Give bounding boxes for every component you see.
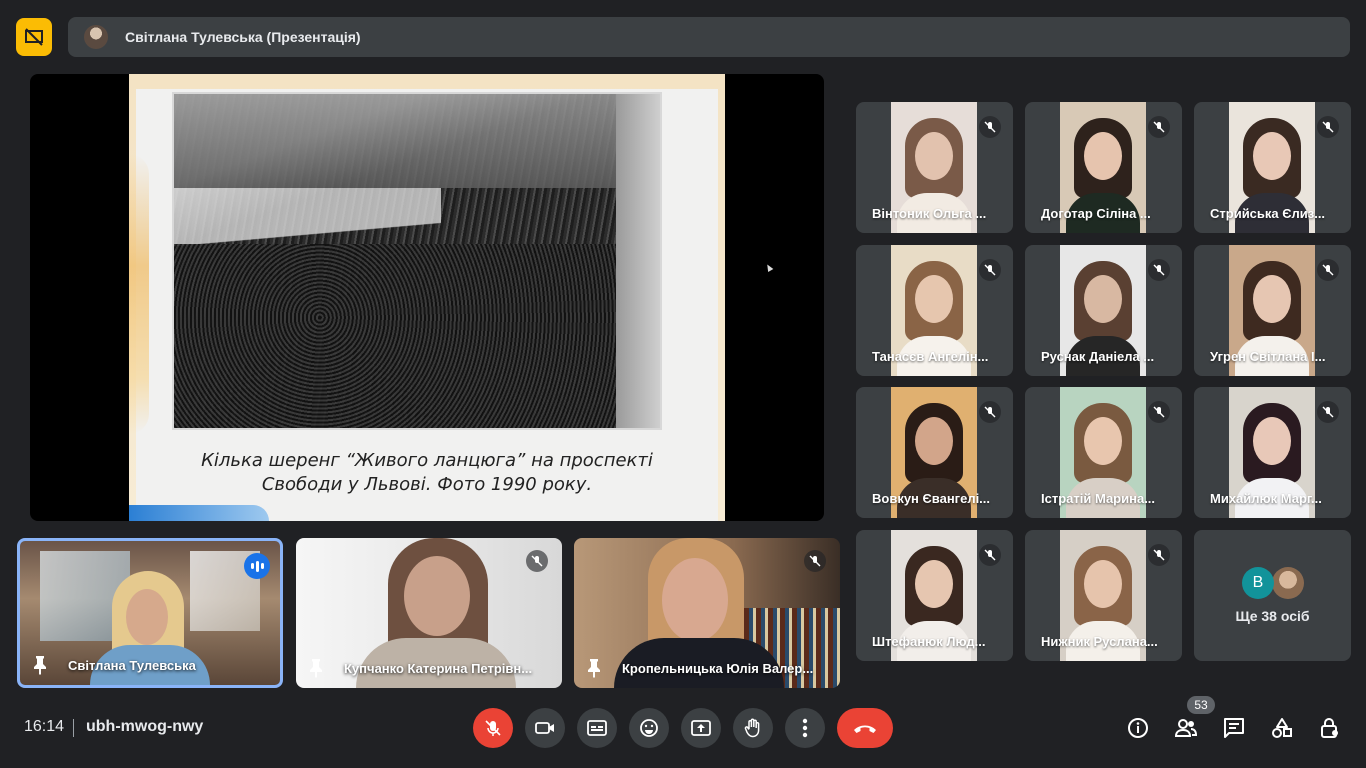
closed-captions-icon: [587, 720, 607, 736]
more-options-button[interactable]: [785, 708, 825, 748]
slide-decoration: [129, 154, 149, 434]
participant-name: Танасєв Ангелін...: [872, 349, 989, 364]
pin-icon[interactable]: [308, 658, 324, 678]
participant-name: Кропельницька Юлія Валер...: [622, 661, 814, 676]
people-icon: [1174, 719, 1198, 737]
participant-name: Купчанко Катерина Петрівн...: [344, 661, 533, 676]
participant-name: Істратій Марина...: [1041, 491, 1156, 506]
speaking-indicator-icon: [244, 553, 270, 579]
participant-tile[interactable]: Штефанюк Люд...: [856, 530, 1013, 661]
participant-tile[interactable]: Стрийська Єлиз...: [1194, 102, 1351, 233]
pin-icon[interactable]: [586, 658, 602, 678]
avatar: [1272, 567, 1304, 599]
caption-line-1: Кілька шеренг “Живого ланцюга” на проспе…: [201, 450, 653, 471]
muted-mic-icon: [979, 259, 1001, 281]
meeting-code: ubh-mwog-nwy: [86, 718, 204, 735]
participant-tile[interactable]: Вовкун Євангелі...: [856, 387, 1013, 518]
participant-tile[interactable]: Істратій Марина...: [1025, 387, 1182, 518]
participant-tile[interactable]: Михайлюк Марг...: [1194, 387, 1351, 518]
no-present-icon: [25, 28, 43, 46]
participant-name: Стрийська Єлиз...: [1210, 206, 1326, 221]
participant-tile[interactable]: Вінтоник Ольга ...: [856, 102, 1013, 233]
raise-hand-button[interactable]: [733, 708, 773, 748]
participant-tile[interactable]: Танасєв Ангелін...: [856, 245, 1013, 376]
more-vert-icon: [802, 718, 808, 738]
meeting-details-button[interactable]: [1124, 714, 1152, 742]
slide-wave-decoration: [129, 505, 269, 521]
participant-tile[interactable]: Доготар Сіліна ...: [1025, 102, 1182, 233]
participant-name: Михайлюк Марг...: [1210, 491, 1322, 506]
avatar: В: [1242, 567, 1274, 599]
activities-button[interactable]: [1268, 714, 1296, 742]
muted-mic-icon: [1317, 116, 1339, 138]
mic-toggle-button[interactable]: [473, 708, 513, 748]
lock-person-icon: [1321, 718, 1338, 738]
pinned-tile[interactable]: Кропельницька Юлія Валер...: [574, 538, 840, 688]
muted-mic-icon: [1317, 401, 1339, 423]
more-participants-label: Ще 38 осіб: [1235, 608, 1310, 624]
slide-content: Кілька шеренг “Живого ланцюга” на проспе…: [136, 89, 718, 521]
reactions-button[interactable]: [629, 708, 669, 748]
pinned-tile[interactable]: Купчанко Катерина Петрівн...: [296, 538, 562, 688]
participant-name: Вовкун Євангелі...: [872, 491, 991, 506]
slide: Кілька шеренг “Живого ланцюга” на проспе…: [129, 74, 725, 521]
divider: [73, 719, 74, 737]
presenter-title: Світлана Тулевська (Презентація): [125, 29, 361, 45]
host-controls-button[interactable]: [1316, 714, 1344, 742]
people-count-badge: 53: [1187, 696, 1215, 714]
pin-icon[interactable]: [32, 655, 48, 675]
hang-up-icon: [854, 725, 876, 733]
info-icon: [1128, 718, 1148, 738]
present-now-button[interactable]: [681, 708, 721, 748]
clock: 16:14: [24, 718, 65, 735]
camera-toggle-button[interactable]: [525, 708, 565, 748]
chat-icon: [1224, 718, 1244, 738]
leave-call-button[interactable]: [837, 708, 893, 748]
slide-photo: [172, 92, 662, 430]
activities-shapes-icon: [1272, 718, 1292, 738]
presentation-view: Кілька шеренг “Живого ланцюга” на проспе…: [30, 74, 824, 521]
people-button[interactable]: [1172, 714, 1200, 742]
participant-name: Доготар Сіліна ...: [1041, 206, 1151, 221]
muted-mic-icon: [1148, 401, 1170, 423]
chat-button[interactable]: [1220, 714, 1248, 742]
muted-mic-icon: [979, 544, 1001, 566]
emoji-icon: [640, 719, 658, 737]
participant-name: Руснак Даніела ...: [1041, 349, 1155, 364]
meet-window: Світлана Тулевська (Презентація) Кілька …: [0, 0, 1366, 768]
more-participants-tile[interactable]: В Ще 38 осіб: [1194, 530, 1351, 661]
presenter-avatar: [84, 25, 108, 49]
participant-name: Нижник Руслана...: [1041, 634, 1158, 649]
caption-line-2: Свободи у Львові. Фото 1990 року.: [261, 474, 593, 495]
muted-mic-icon: [1148, 116, 1170, 138]
captions-button[interactable]: [577, 708, 617, 748]
participant-name: Вінтоник Ольга ...: [872, 206, 987, 221]
slide-caption: Кілька шеренг “Живого ланцюга” на проспе…: [136, 449, 718, 497]
hand-icon: [744, 718, 760, 738]
muted-mic-icon: [979, 401, 1001, 423]
participant-tile[interactable]: Нижник Руслана...: [1025, 530, 1182, 661]
muted-mic-icon: [1148, 259, 1170, 281]
video-camera-icon: [535, 722, 554, 734]
muted-mic-icon: [1317, 259, 1339, 281]
mic-off-icon: [485, 720, 501, 736]
participant-name: Світлана Тулевська: [68, 658, 196, 673]
presenter-bar[interactable]: Світлана Тулевська (Презентація): [68, 17, 1350, 57]
participant-name: Угрен Світлана І...: [1210, 349, 1326, 364]
muted-mic-icon: [804, 550, 826, 572]
presentation-icon-button[interactable]: [16, 18, 52, 56]
participant-tile[interactable]: Угрен Світлана І...: [1194, 245, 1351, 376]
present-screen-icon: [691, 720, 711, 736]
pinned-tile-speaker[interactable]: Світлана Тулевська: [17, 538, 283, 688]
muted-mic-icon: [979, 116, 1001, 138]
participant-tile[interactable]: Руснак Даніела ...: [1025, 245, 1182, 376]
participant-name: Штефанюк Люд...: [872, 634, 986, 649]
muted-mic-icon: [526, 550, 548, 572]
muted-mic-icon: [1148, 544, 1170, 566]
